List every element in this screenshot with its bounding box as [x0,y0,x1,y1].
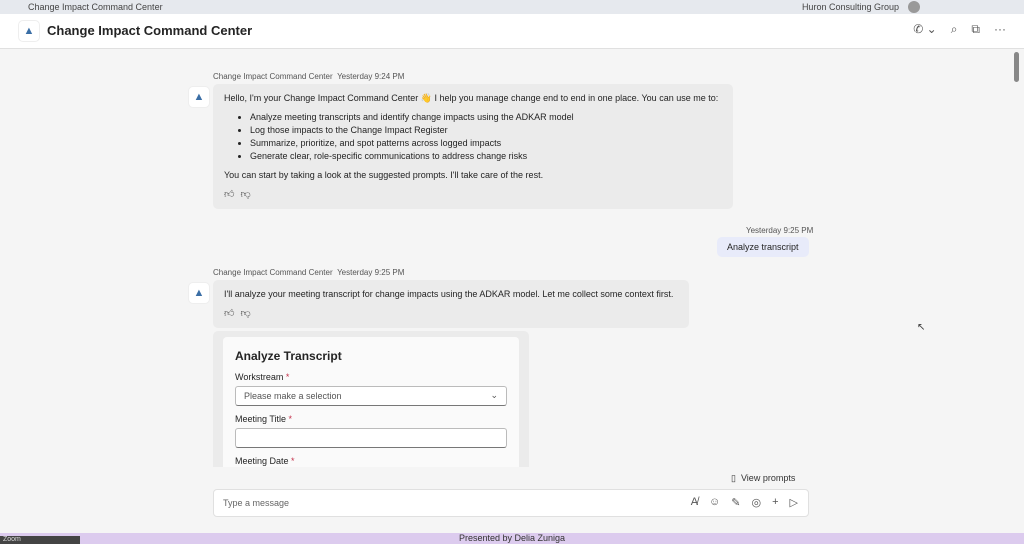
message-time: Yesterday 9:25 PM [746,226,814,235]
capability-list: Analyze meeting transcripts and identify… [250,111,722,163]
bot-avatar-icon: ▲ [18,20,40,42]
thumbs-down-icon[interactable]: 👎︎ [240,188,250,201]
plus-icon[interactable]: + [772,496,778,509]
avatar[interactable] [908,1,920,13]
loop-icon[interactable]: ◎ [751,496,761,509]
chat-title: Change Impact Command Center [47,23,253,38]
send-icon[interactable]: ▷ [790,496,798,509]
bot-avatar-icon: ▲ [188,86,210,108]
copilot-icon[interactable]: ✎ [731,496,740,509]
mouse-cursor-icon: ↖ [917,322,926,333]
thumbs-up-icon[interactable]: 👍︎ [224,188,234,201]
thumbs-up-icon[interactable]: 👍︎ [224,307,234,320]
workstream-select[interactable]: Please make a selection ⌄ [235,386,507,406]
meeting-title-input[interactable] [235,428,507,448]
bot-avatar-icon: ▲ [188,282,210,304]
zoom-toolbar[interactable]: Zoom [0,536,80,544]
view-prompts-button[interactable]: ▯ View prompts [731,473,795,484]
bot-message: I'll analyze your meeting transcript for… [213,280,689,328]
presenter-banner: Presented by Delia Zuniga [0,533,1024,544]
card-title: Analyze Transcript [235,349,342,363]
message-input[interactable]: Type a message [223,498,289,508]
prompts-icon: ▯ [731,473,736,483]
more-icon[interactable]: ··· [994,22,1006,37]
workstream-label: Workstream * [235,372,290,382]
user-message: Analyze transcript [717,237,809,257]
scrollbar[interactable] [1014,52,1019,82]
popout-icon[interactable]: ⧉ [971,22,980,37]
chevron-down-icon: ⌄ [490,390,498,400]
meeting-title-label: Meeting Title * [235,414,293,424]
search-icon[interactable]: ⌕ [951,22,958,37]
bot-message: Hello, I'm your Change Impact Command Ce… [213,84,733,209]
message-compose-box[interactable]: Type a message A̸ ☺ ✎ ◎ + ▷ [213,489,809,517]
window-title: Change Impact Command Center [28,2,163,12]
window-titlebar: Change Impact Command Center Huron Consu… [0,0,1024,14]
message-meta: Change Impact Command Center Yesterday 9… [213,72,405,81]
message-meta: Change Impact Command Center Yesterday 9… [213,268,405,277]
meeting-date-label: Meeting Date * [235,456,295,466]
chat-header: ▲ Change Impact Command Center ✆ ⌄ ⌕ ⧉ ·… [0,14,1024,49]
thumbs-down-icon[interactable]: 👎︎ [240,307,250,320]
call-icon[interactable]: ✆ ⌄ [913,22,936,37]
org-name: Huron Consulting Group [801,2,899,12]
analyze-transcript-card: Analyze Transcript Workstream * Please m… [213,331,529,467]
format-icon[interactable]: A̸ [691,496,698,509]
emoji-icon[interactable]: ☺ [709,496,720,509]
